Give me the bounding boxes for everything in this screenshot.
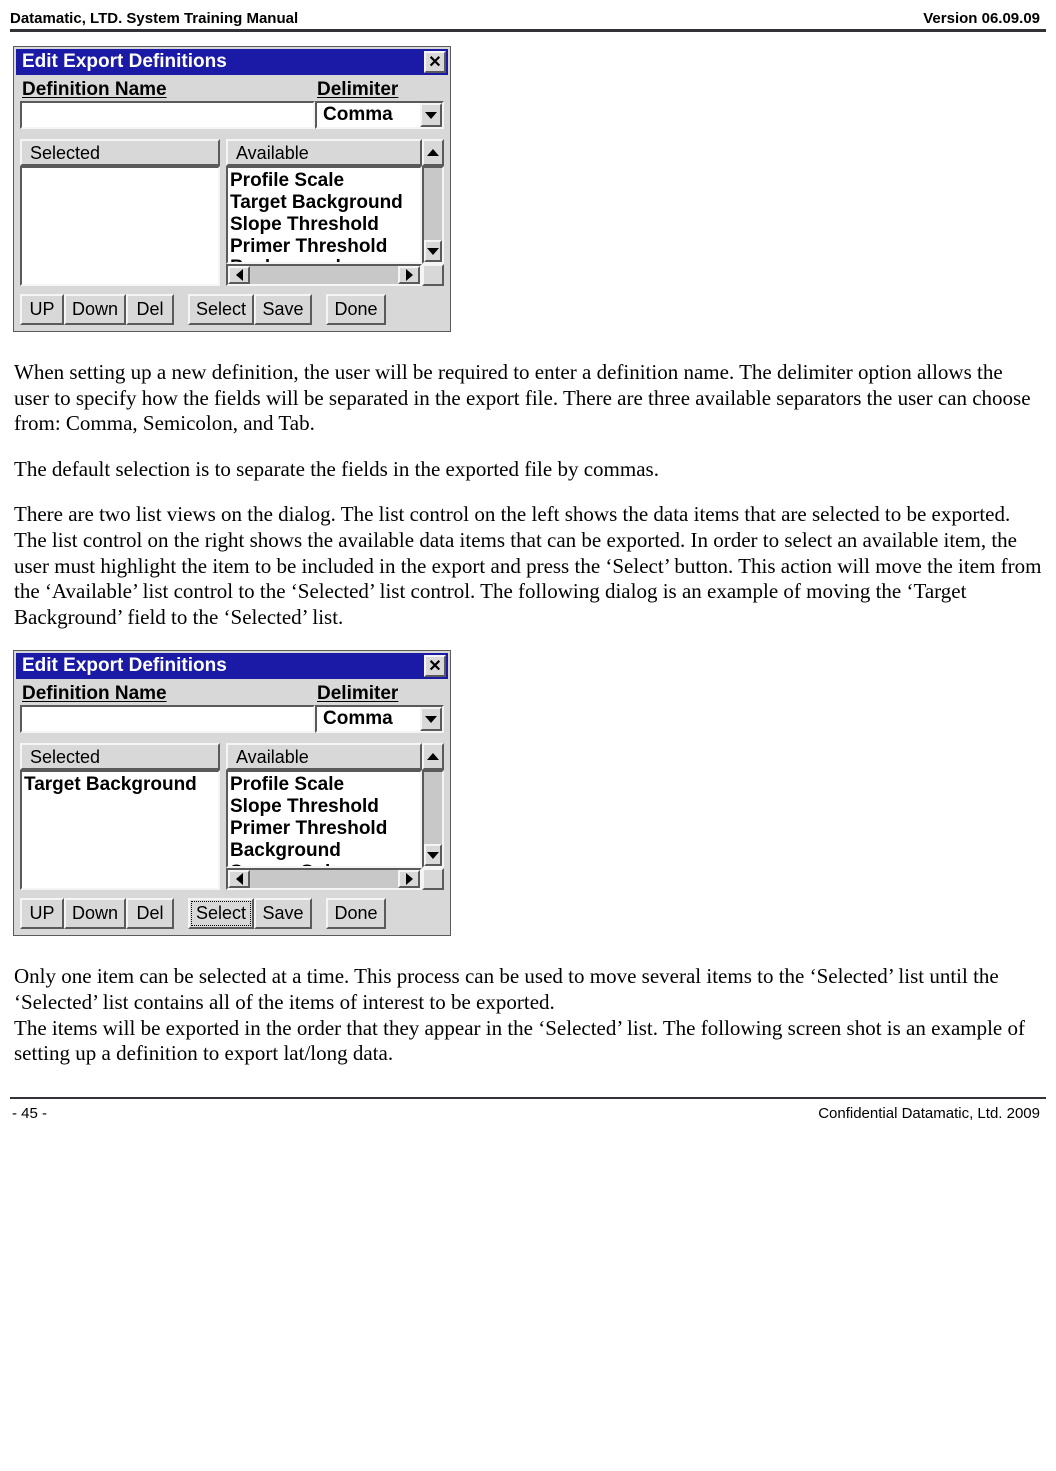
scroll-corner <box>422 264 444 286</box>
list-item[interactable]: Target Background <box>24 774 216 796</box>
down-button[interactable]: Down <box>64 294 126 325</box>
select-button[interactable]: Select <box>188 294 254 325</box>
dialog-title: Edit Export Definitions <box>22 655 227 677</box>
header-rule <box>10 29 1046 32</box>
scroll-down-button[interactable] <box>424 240 442 262</box>
header-right: Version 06.09.09 <box>923 10 1040 27</box>
chevron-down-icon <box>425 112 437 119</box>
arrow-left-icon <box>236 269 243 281</box>
horizontal-scrollbar[interactable] <box>226 264 422 286</box>
close-icon: ✕ <box>428 52 441 72</box>
delimiter-label: Delimiter <box>315 79 444 101</box>
horizontal-scrollbar[interactable] <box>226 868 422 890</box>
delimiter-dropdown-button[interactable] <box>420 707 442 731</box>
scroll-up-button[interactable] <box>422 139 444 166</box>
chevron-down-icon <box>425 716 437 723</box>
delimiter-value: Comma <box>317 103 420 127</box>
close-button[interactable]: ✕ <box>424 655 446 677</box>
paragraph: When setting up a new definition, the us… <box>14 360 1042 437</box>
header-left: Datamatic, LTD. System Training Manual <box>10 10 298 27</box>
paragraph: Only one item can be selected at a time.… <box>14 964 1042 1015</box>
list-item[interactable]: Profile Scale <box>230 774 418 796</box>
selected-header: Selected <box>20 139 220 166</box>
definition-name-label: Definition Name <box>20 79 315 101</box>
scroll-right-button[interactable] <box>398 870 420 888</box>
scroll-track[interactable] <box>250 266 398 284</box>
arrow-left-icon <box>236 873 243 885</box>
arrow-right-icon <box>406 873 413 885</box>
available-header: Available <box>226 139 422 166</box>
footer-right: Confidential Datamatic, Ltd. 2009 <box>818 1105 1040 1122</box>
vertical-scrollbar[interactable] <box>422 770 444 868</box>
definition-name-input[interactable] <box>20 101 315 129</box>
definition-name-input[interactable] <box>20 705 315 733</box>
del-button[interactable]: Del <box>126 294 174 325</box>
vertical-scrollbar[interactable] <box>422 166 444 264</box>
scroll-up-button[interactable] <box>422 743 444 770</box>
list-item[interactable]: Target Background <box>230 192 418 214</box>
list-item[interactable]: Background <box>230 257 418 264</box>
definition-name-label: Definition Name <box>20 683 315 705</box>
down-button[interactable]: Down <box>64 898 126 929</box>
save-button[interactable]: Save <box>254 294 312 325</box>
page: Datamatic, LTD. System Training Manual V… <box>0 0 1056 1142</box>
selected-list[interactable] <box>20 166 220 286</box>
list-item[interactable]: Profile Scale <box>230 170 418 192</box>
list-item[interactable]: Background <box>230 840 418 862</box>
page-header: Datamatic, LTD. System Training Manual V… <box>10 10 1046 29</box>
close-icon: ✕ <box>428 656 441 676</box>
list-item[interactable]: Sensor Gain <box>230 862 418 869</box>
footer-rule <box>10 1097 1046 1099</box>
arrow-down-icon <box>427 248 439 255</box>
page-number: - 45 - <box>12 1105 47 1122</box>
delimiter-label: Delimiter <box>315 683 444 705</box>
dialog-titlebar: Edit Export Definitions ✕ <box>16 49 448 75</box>
selected-header: Selected <box>20 743 220 770</box>
done-button[interactable]: Done <box>326 898 386 929</box>
scroll-corner <box>422 868 444 890</box>
selected-list[interactable]: Target Background <box>20 770 220 890</box>
del-button[interactable]: Del <box>126 898 174 929</box>
available-list[interactable]: Profile ScaleSlope ThresholdPrimer Thres… <box>226 770 422 868</box>
scroll-left-button[interactable] <box>228 266 250 284</box>
delimiter-combo[interactable]: Comma <box>315 705 444 733</box>
scroll-track[interactable] <box>250 870 398 888</box>
paragraph: The items will be exported in the order … <box>14 1016 1042 1067</box>
dialog-title: Edit Export Definitions <box>22 51 227 73</box>
scroll-right-button[interactable] <box>398 266 420 284</box>
dialog-body: Definition Name Delimiter Comma Selected <box>14 681 450 935</box>
done-button[interactable]: Done <box>326 294 386 325</box>
scroll-down-button[interactable] <box>424 844 442 866</box>
scroll-track[interactable] <box>424 168 442 240</box>
list-item[interactable]: Slope Threshold <box>230 214 418 236</box>
scroll-left-button[interactable] <box>228 870 250 888</box>
list-item[interactable]: Primer Threshold <box>230 818 418 840</box>
body-text: When setting up a new definition, the us… <box>10 360 1046 630</box>
page-footer: - 45 - Confidential Datamatic, Ltd. 2009 <box>10 1105 1046 1142</box>
body-text: Only one item can be selected at a time.… <box>10 964 1046 1066</box>
list-item[interactable]: Primer Threshold <box>230 236 418 258</box>
select-button[interactable]: Select <box>188 898 254 929</box>
arrow-right-icon <box>406 269 413 281</box>
edit-export-dialog-2: Edit Export Definitions ✕ Definition Nam… <box>13 650 451 936</box>
paragraph: The default selection is to separate the… <box>14 457 1042 483</box>
up-button[interactable]: UP <box>20 294 64 325</box>
available-header: Available <box>226 743 422 770</box>
dialog-titlebar: Edit Export Definitions ✕ <box>16 653 448 679</box>
close-button[interactable]: ✕ <box>424 51 446 73</box>
scroll-track[interactable] <box>424 772 442 844</box>
paragraph: There are two list views on the dialog. … <box>14 502 1042 630</box>
delimiter-combo[interactable]: Comma <box>315 101 444 129</box>
up-button[interactable]: UP <box>20 898 64 929</box>
delimiter-value: Comma <box>317 707 420 731</box>
available-list[interactable]: Profile ScaleTarget BackgroundSlope Thre… <box>226 166 422 264</box>
edit-export-dialog-1: Edit Export Definitions ✕ Definition Nam… <box>13 46 451 332</box>
dialog-body: Definition Name Delimiter Comma Selected <box>14 77 450 331</box>
arrow-up-icon <box>427 753 439 760</box>
list-item[interactable]: Slope Threshold <box>230 796 418 818</box>
arrow-up-icon <box>427 149 439 156</box>
arrow-down-icon <box>427 852 439 859</box>
save-button[interactable]: Save <box>254 898 312 929</box>
delimiter-dropdown-button[interactable] <box>420 103 442 127</box>
